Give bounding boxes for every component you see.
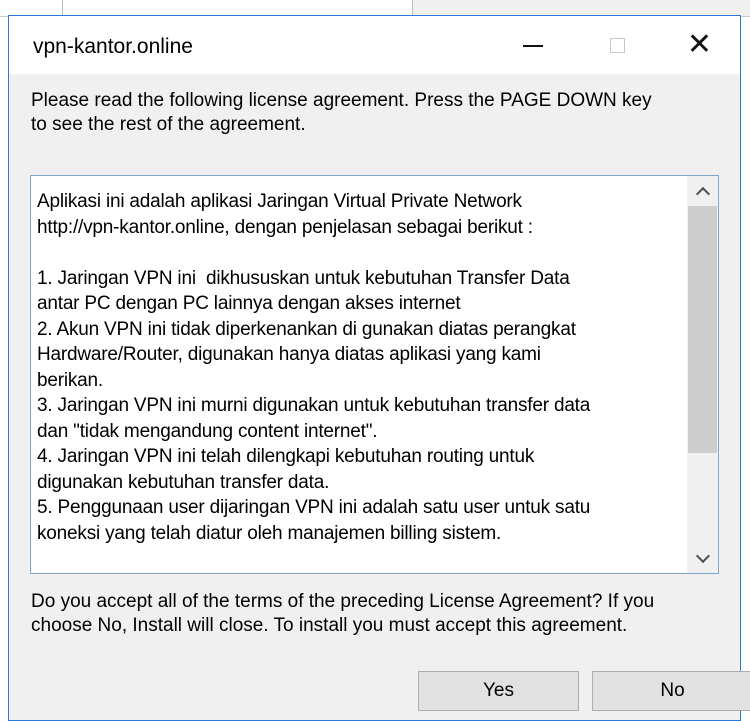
background-cell	[413, 0, 750, 16]
question-line: choose No, Install will close. To instal…	[31, 615, 628, 636]
license-line: Hardware/Router, digunakan hanya diatas …	[37, 344, 541, 365]
close-button[interactable]: ✕	[659, 16, 740, 74]
license-line: berikan.	[37, 369, 103, 391]
instructions-text: Please read the following license agreem…	[31, 89, 731, 137]
license-line: koneksi yang telah diatur oleh manajemen…	[37, 522, 502, 544]
license-line: 1. Jaringan VPN ini dikhususkan untuk ke…	[37, 267, 570, 289]
license-line: 3. Jaringan VPN ini murni digunakan untu…	[37, 395, 591, 416]
maximize-button	[575, 16, 659, 74]
license-line: 4. Jaringan VPN ini telah dilengkapi keb…	[37, 446, 535, 467]
license-line: antar PC dengan PC lainnya dengan akses …	[37, 293, 461, 314]
accept-question: Do you accept all of the terms of the pr…	[31, 590, 736, 638]
title-bar[interactable]: vpn-kantor.online ✕	[9, 16, 740, 74]
scroll-up-button[interactable]	[687, 176, 718, 206]
background-divider	[62, 0, 63, 16]
license-line: 5. Penggunaan user dijaringan VPN ini ad…	[37, 497, 591, 518]
license-line: http://vpn-kantor.online, dengan penjela…	[37, 216, 533, 238]
scrollbar-thumb[interactable]	[688, 206, 717, 453]
instructions-line: Please read the following license agreem…	[31, 90, 652, 111]
question-line: Do you accept all of the terms of the pr…	[31, 591, 655, 612]
instructions-line: to see the rest of the agreement.	[31, 114, 306, 135]
license-dialog: vpn-kantor.online ✕ Please read the foll…	[8, 15, 750, 721]
license-textbox[interactable]: Aplikasi ini adalah aplikasi Jaringan Vi…	[30, 175, 719, 574]
minimize-button[interactable]	[491, 16, 575, 74]
license-line: 2. Akun VPN ini tidak diperkenankan di g…	[37, 318, 576, 340]
scroll-down-button[interactable]	[687, 543, 718, 573]
scroll-down-icon	[695, 548, 710, 563]
close-icon: ✕	[686, 27, 713, 62]
yes-button[interactable]: Yes	[418, 671, 579, 711]
license-line: digunakan kebutuhan transfer data.	[37, 471, 330, 493]
window-title: vpn-kantor.online	[33, 35, 193, 58]
minimize-icon	[523, 45, 543, 47]
license-text-area[interactable]: Aplikasi ini adalah aplikasi Jaringan Vi…	[31, 176, 687, 573]
no-button[interactable]: No	[592, 671, 750, 711]
vertical-scrollbar[interactable]	[687, 176, 718, 573]
maximize-icon	[609, 37, 625, 53]
scroll-up-icon	[695, 186, 710, 201]
license-line: Aplikasi ini adalah aplikasi Jaringan Vi…	[37, 191, 522, 212]
license-line: dan "tidak mengandung content internet".	[37, 420, 378, 442]
